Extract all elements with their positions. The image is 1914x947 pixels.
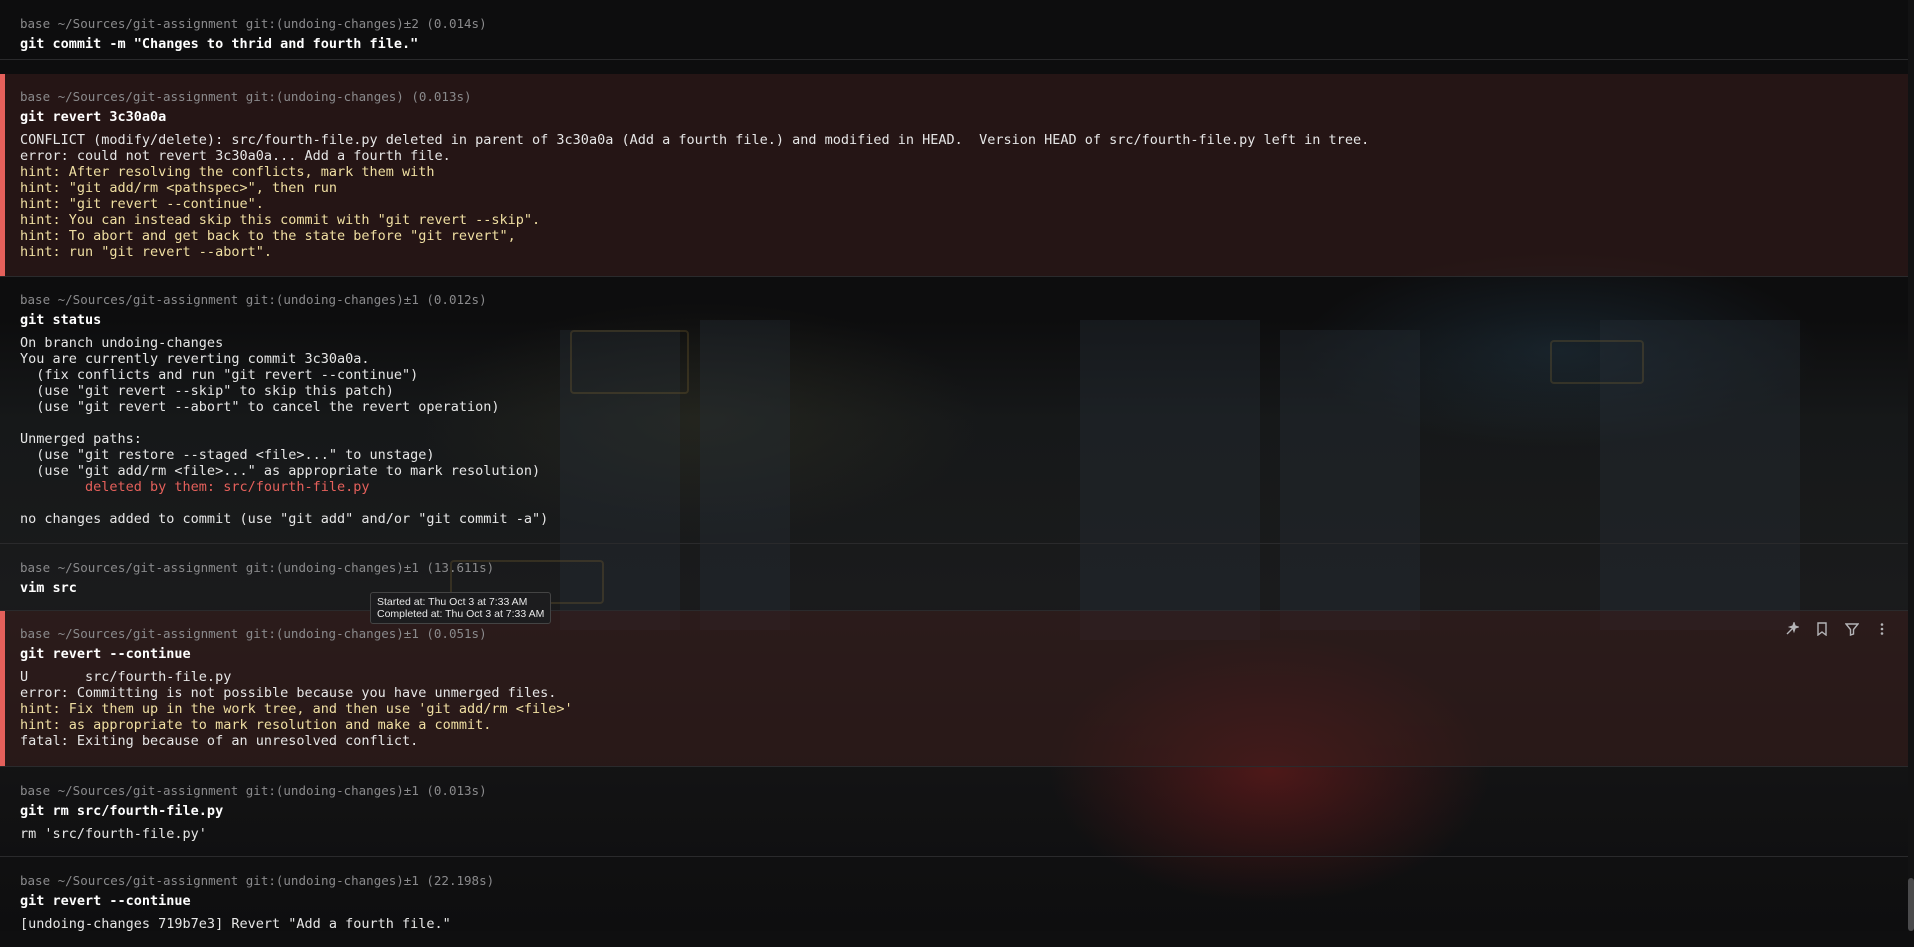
output-line: error: could not revert 3c30a0a... Add a…	[20, 148, 451, 164]
command-text: git revert 3c30a0a	[20, 109, 167, 125]
command-text: git status	[20, 312, 102, 328]
command-output: [undoing-changes 719b7e3] Revert "Add a …	[20, 916, 1888, 932]
output-line: (use "git revert --abort" to cancel the …	[20, 399, 500, 415]
output-line: [undoing-changes 719b7e3] Revert "Add a …	[20, 916, 451, 932]
command-text: git rm src/fourth-file.py	[20, 803, 224, 819]
output-line: Unmerged paths:	[20, 431, 142, 447]
prompt-line: base ~/Sources/git-assignment git:(undoi…	[20, 560, 495, 575]
scrollbar-thumb[interactable]	[1908, 878, 1914, 931]
output-line: (fix conflicts and run "git revert --con…	[20, 367, 419, 383]
command-block[interactable]: base ~/Sources/git-assignment git:(undoi…	[0, 767, 1908, 857]
hint-line: hint: run "git revert --abort".	[20, 244, 272, 260]
output-line: U src/fourth-file.py	[20, 669, 232, 685]
bookmark-icon[interactable]	[1814, 621, 1830, 637]
ai-sparkle-icon[interactable]	[1784, 621, 1800, 637]
command-text: git revert --continue	[20, 893, 191, 909]
timing-tooltip: Started at: Thu Oct 3 at 7:33 AM Complet…	[370, 592, 552, 624]
command-text: git revert --continue	[20, 646, 191, 662]
hint-line: hint: "git add/rm <pathspec>", then run	[20, 180, 337, 196]
output-line: (use "git add/rm <file>..." as appropria…	[20, 463, 541, 479]
output-line: fatal: Exiting because of an unresolved …	[20, 733, 419, 749]
output-line: no changes added to commit (use "git add…	[20, 511, 549, 527]
output-line: error: Committing is not possible becaus…	[20, 685, 557, 701]
command-block[interactable]: base ~/Sources/git-assignment git:(undoi…	[0, 857, 1908, 947]
output-line: rm 'src/fourth-file.py'	[20, 826, 207, 842]
filter-icon[interactable]	[1844, 621, 1860, 637]
tooltip-started: Started at: Thu Oct 3 at 7:33 AM	[377, 596, 528, 608]
command-output: On branch undoing-changes You are curren…	[20, 335, 1888, 527]
output-line: (use "git revert --skip" to skip this pa…	[20, 383, 394, 399]
prompt-line: base ~/Sources/git-assignment git:(undoi…	[20, 873, 495, 888]
output-line: (use "git restore --staged <file>..." to…	[20, 447, 435, 463]
output-line: On branch undoing-changes	[20, 335, 224, 351]
hint-line: hint: as appropriate to mark resolution …	[20, 717, 492, 733]
output-line: CONFLICT (modify/delete): src/fourth-fil…	[20, 132, 1370, 148]
command-output: rm 'src/fourth-file.py'	[20, 826, 1888, 842]
output-line: You are currently reverting commit 3c30a…	[20, 351, 370, 367]
scrollbar[interactable]	[1908, 0, 1914, 931]
command-block[interactable]: base ~/Sources/git-assignment git:(undoi…	[0, 277, 1908, 544]
command-block-error[interactable]: base ~/Sources/git-assignment git:(undoi…	[0, 74, 1908, 277]
prompt-line: base ~/Sources/git-assignment git:(undoi…	[20, 292, 487, 307]
block-toolbar	[1784, 621, 1890, 637]
command-block[interactable]: base ~/Sources/git-assignment git:(undoi…	[0, 0, 1908, 60]
command-text: vim src	[20, 580, 77, 596]
hint-line: hint: To abort and get back to the state…	[20, 228, 516, 244]
prompt-line: base ~/Sources/git-assignment git:(undoi…	[20, 89, 472, 104]
terminal-blocks: base ~/Sources/git-assignment git:(undoi…	[0, 0, 1908, 947]
hint-line: hint: You can instead skip this commit w…	[20, 212, 541, 228]
command-block[interactable]: base ~/Sources/git-assignment git:(undoi…	[0, 544, 1908, 611]
hint-line: hint: "git revert --continue".	[20, 196, 264, 212]
prompt-line: base ~/Sources/git-assignment git:(undoi…	[20, 626, 487, 641]
hint-line: hint: After resolving the conflicts, mar…	[20, 164, 435, 180]
prompt-line: base ~/Sources/git-assignment git:(undoi…	[20, 783, 487, 798]
hint-line: hint: Fix them up in the work tree, and …	[20, 701, 573, 717]
more-vertical-icon[interactable]	[1874, 621, 1890, 637]
prompt-line: base ~/Sources/git-assignment git:(undoi…	[20, 16, 487, 31]
command-output: CONFLICT (modify/delete): src/fourth-fil…	[20, 132, 1888, 260]
command-text: git commit -m "Changes to thrid and four…	[20, 36, 419, 52]
tooltip-completed: Completed at: Thu Oct 3 at 7:33 AM	[377, 608, 545, 620]
deleted-file-line: deleted by them: src/fourth-file.py	[20, 479, 370, 495]
command-output: U src/fourth-file.py error: Committing i…	[20, 669, 1888, 749]
command-block-error[interactable]: base ~/Sources/git-assignment git:(undoi…	[0, 611, 1908, 767]
